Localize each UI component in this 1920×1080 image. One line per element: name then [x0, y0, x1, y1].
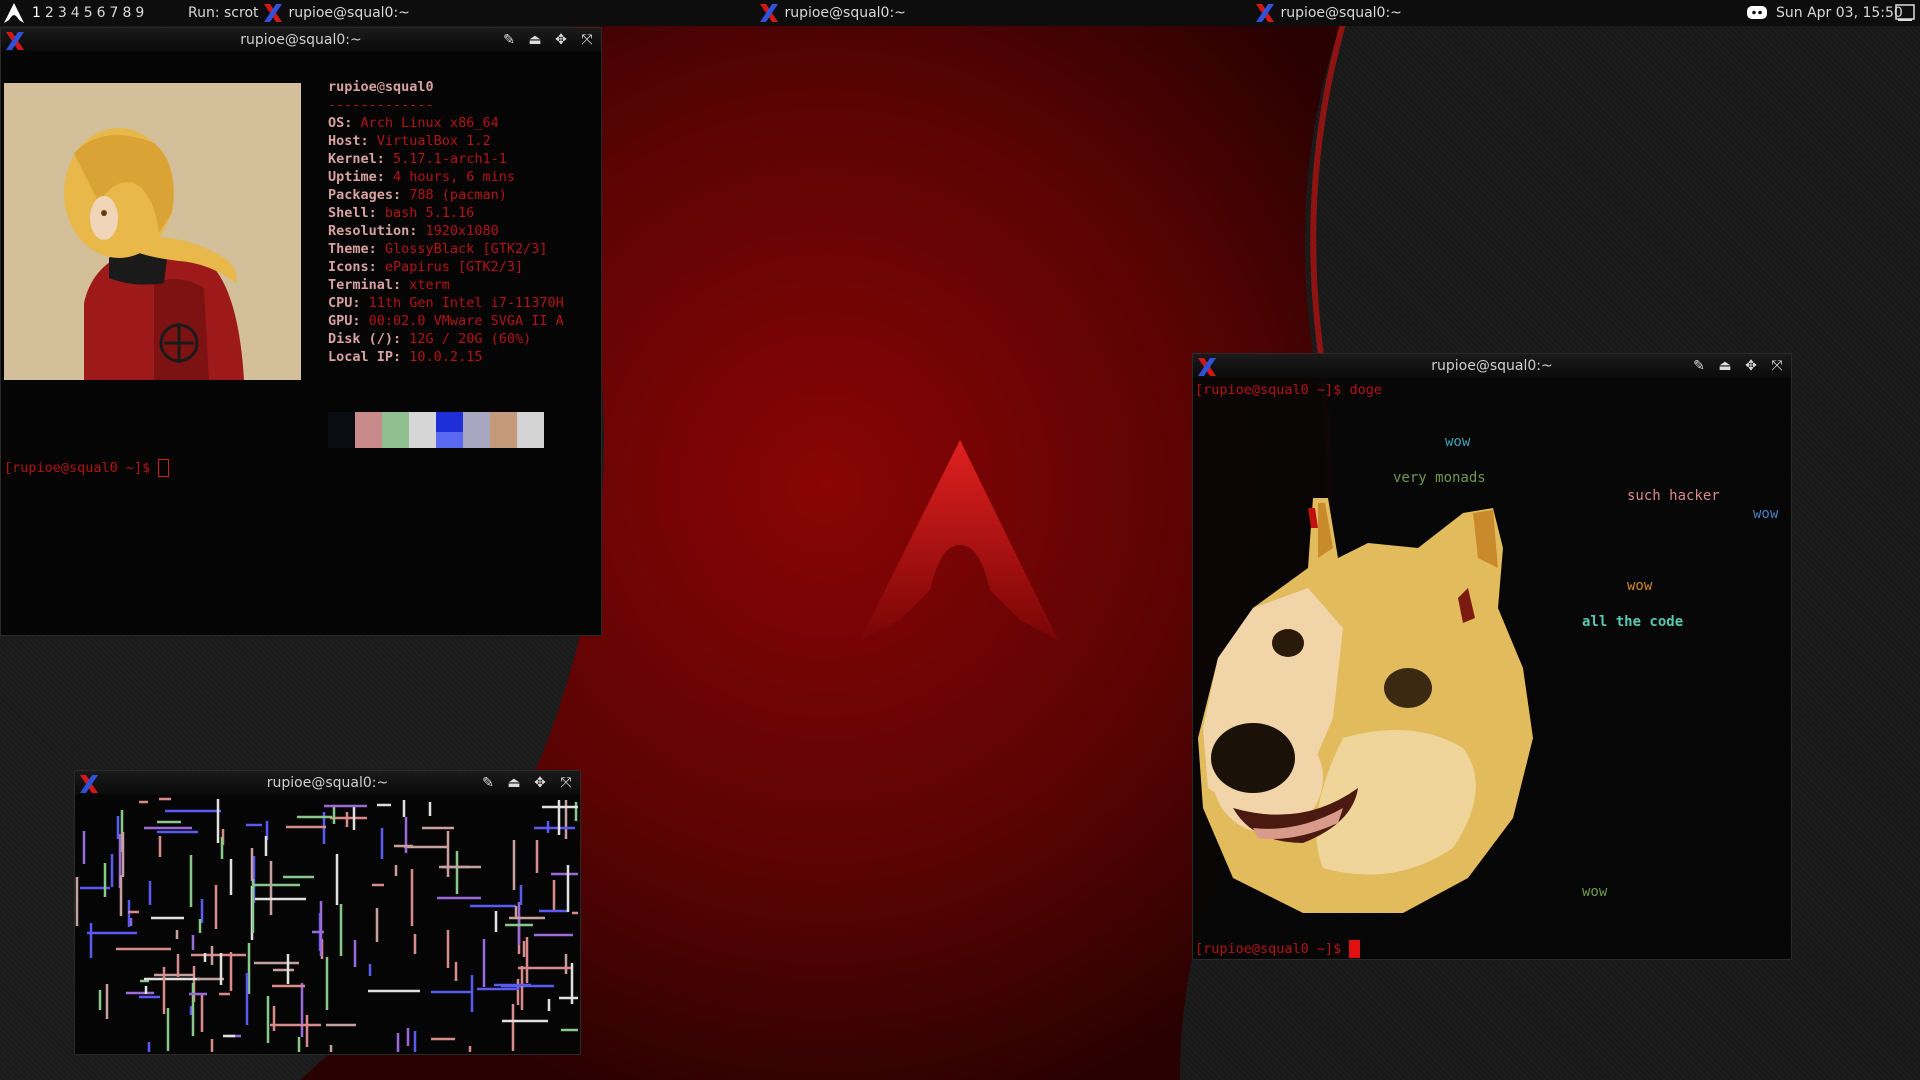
taskbar-item-label: rupioe@squal0:~ [288, 5, 410, 21]
palette-swatch [355, 412, 382, 448]
shade-icon[interactable]: ⏏ [1715, 356, 1735, 376]
run-command-label[interactable]: Run: scrot [188, 0, 259, 26]
neofetch-header: rupioe@squal0 [328, 79, 434, 95]
taskbar-item-2[interactable]: rupioe@squal0:~ [758, 0, 906, 26]
doge-ascii-image [1198, 498, 1533, 913]
terminal-content[interactable]: rupioe@squal0 ------------- OS: Arch Lin… [1, 52, 601, 635]
arch-menu-icon[interactable] [2, 0, 26, 26]
workspace-3[interactable]: 3 [56, 0, 69, 26]
info-theme: Theme: GlossyBlack [GTK2/3] [328, 241, 548, 257]
pin-icon[interactable]: ✎ [478, 773, 498, 793]
command-line: [rupioe@squal0 ~]$ doge [1195, 382, 1382, 398]
info-terminal: Terminal: xterm [328, 277, 450, 293]
info-gpu: GPU: 00:02.0 VMware SVGA II A [328, 313, 564, 329]
text-cursor [158, 459, 170, 477]
move-icon[interactable]: ✥ [551, 30, 571, 50]
move-icon[interactable]: ✥ [530, 773, 550, 793]
move-icon[interactable]: ✥ [1741, 356, 1761, 376]
xterm-x-icon [760, 4, 778, 22]
top-panel: 123456789 Run: scrot rupioe@squal0:~ rup… [0, 0, 1920, 26]
pin-icon[interactable]: ✎ [499, 30, 519, 50]
workspace-switcher: 123456789 [30, 0, 146, 26]
palette-swatch [328, 412, 355, 448]
info-uptime: Uptime: 4 hours, 6 mins [328, 169, 515, 185]
doge-terminal-window[interactable]: rupioe@squal0:~ ✎ ⏏ ✥ ⤧ [rupioe@squal0 ~… [1192, 353, 1792, 960]
palette-swatch [517, 412, 544, 448]
palette-swatch [409, 412, 436, 448]
workspace-8[interactable]: 8 [120, 0, 133, 26]
shell-prompt-line[interactable]: [rupioe@squal0 ~]$ [4, 459, 170, 477]
shell-prompt-line[interactable]: [rupioe@squal0 ~]$ [1195, 940, 1361, 958]
pipes-animation [75, 797, 578, 1052]
pipes-terminal-window[interactable]: rupioe@squal0:~ ✎ ⏏ ✥ ⤧ [74, 770, 581, 1055]
info-local-ip: Local IP: 10.0.2.15 [328, 349, 483, 365]
palette-swatch [490, 412, 517, 448]
info-shell: Shell: bash 5.1.16 [328, 205, 475, 221]
info-disk: Disk (/): 12G / 20G (60%) [328, 331, 532, 347]
workspace-4[interactable]: 4 [69, 0, 82, 26]
doge-phrase: very monads [1393, 470, 1486, 486]
fullscreen-icon[interactable]: ⤧ [577, 30, 597, 50]
taskbar-item-label: rupioe@squal0:~ [1280, 5, 1402, 21]
xterm-x-icon [1256, 4, 1274, 22]
workspace-2[interactable]: 2 [43, 0, 56, 26]
fullscreen-icon[interactable]: ⤧ [1767, 356, 1787, 376]
workspace-1[interactable]: 1 [30, 0, 43, 26]
window-titlebar[interactable]: rupioe@squal0:~ ✎ ⏏ ✥ ⤧ [75, 771, 580, 795]
pin-icon[interactable]: ✎ [1689, 356, 1709, 376]
xterm-x-icon [264, 4, 282, 22]
shade-icon[interactable]: ⏏ [504, 773, 524, 793]
taskbar-item-label: rupioe@squal0:~ [784, 5, 906, 21]
info-kernel: Kernel: 5.17.1-arch1-1 [328, 151, 507, 167]
terminal-content[interactable] [75, 795, 580, 1054]
neofetch-separator: ------------- [328, 97, 434, 113]
info-resolution: Resolution: 1920x1080 [328, 223, 499, 239]
fullscreen-icon[interactable]: ⤧ [556, 773, 576, 793]
window-titlebar[interactable]: rupioe@squal0:~ ✎ ⏏ ✥ ⤧ [1193, 354, 1791, 378]
info-packages: Packages: 788 (pacman) [328, 187, 507, 203]
doge-phrase: such hacker [1627, 488, 1720, 504]
terminal-content[interactable]: [rupioe@squal0 ~]$ doge wow very monads … [1193, 378, 1791, 959]
shade-icon[interactable]: ⏏ [525, 30, 545, 50]
info-icons: Icons: ePapirus [GTK2/3] [328, 259, 524, 275]
show-desktop-icon[interactable] [1894, 0, 1916, 26]
workspace-7[interactable]: 7 [108, 0, 121, 26]
doge-phrase: all the code [1582, 614, 1684, 630]
anime-character-image [4, 83, 301, 380]
info-host: Host: VirtualBox 1.2 [328, 133, 491, 149]
doge-phrase: wow [1445, 434, 1471, 450]
workspace-6[interactable]: 6 [95, 0, 108, 26]
doge-phrase: wow [1627, 578, 1653, 594]
workspace-5[interactable]: 5 [82, 0, 95, 26]
taskbar-item-1[interactable]: rupioe@squal0:~ [262, 0, 410, 26]
window-titlebar[interactable]: rupioe@squal0:~ ✎ ⏏ ✥ ⤧ [1, 28, 601, 52]
info-cpu: CPU: 11th Gen Intel i7-11370H [328, 295, 564, 311]
neofetch-terminal-window[interactable]: rupioe@squal0:~ ✎ ⏏ ✥ ⤧ rupioe@squal0 --… [0, 27, 602, 636]
info-os: OS: Arch Linux x86_64 [328, 115, 499, 131]
workspace-9[interactable]: 9 [133, 0, 146, 26]
tray-discord-icon[interactable] [1746, 0, 1768, 26]
palette-swatch [436, 412, 463, 448]
doge-phrase: wow [1582, 884, 1608, 900]
palette-swatch [463, 412, 490, 448]
clock[interactable]: Sun Apr 03, 15:50 [1776, 0, 1903, 26]
text-cursor [1349, 940, 1361, 958]
doge-phrase: wow [1753, 506, 1779, 522]
taskbar-item-3[interactable]: rupioe@squal0:~ [1254, 0, 1402, 26]
palette-swatch [382, 412, 409, 448]
